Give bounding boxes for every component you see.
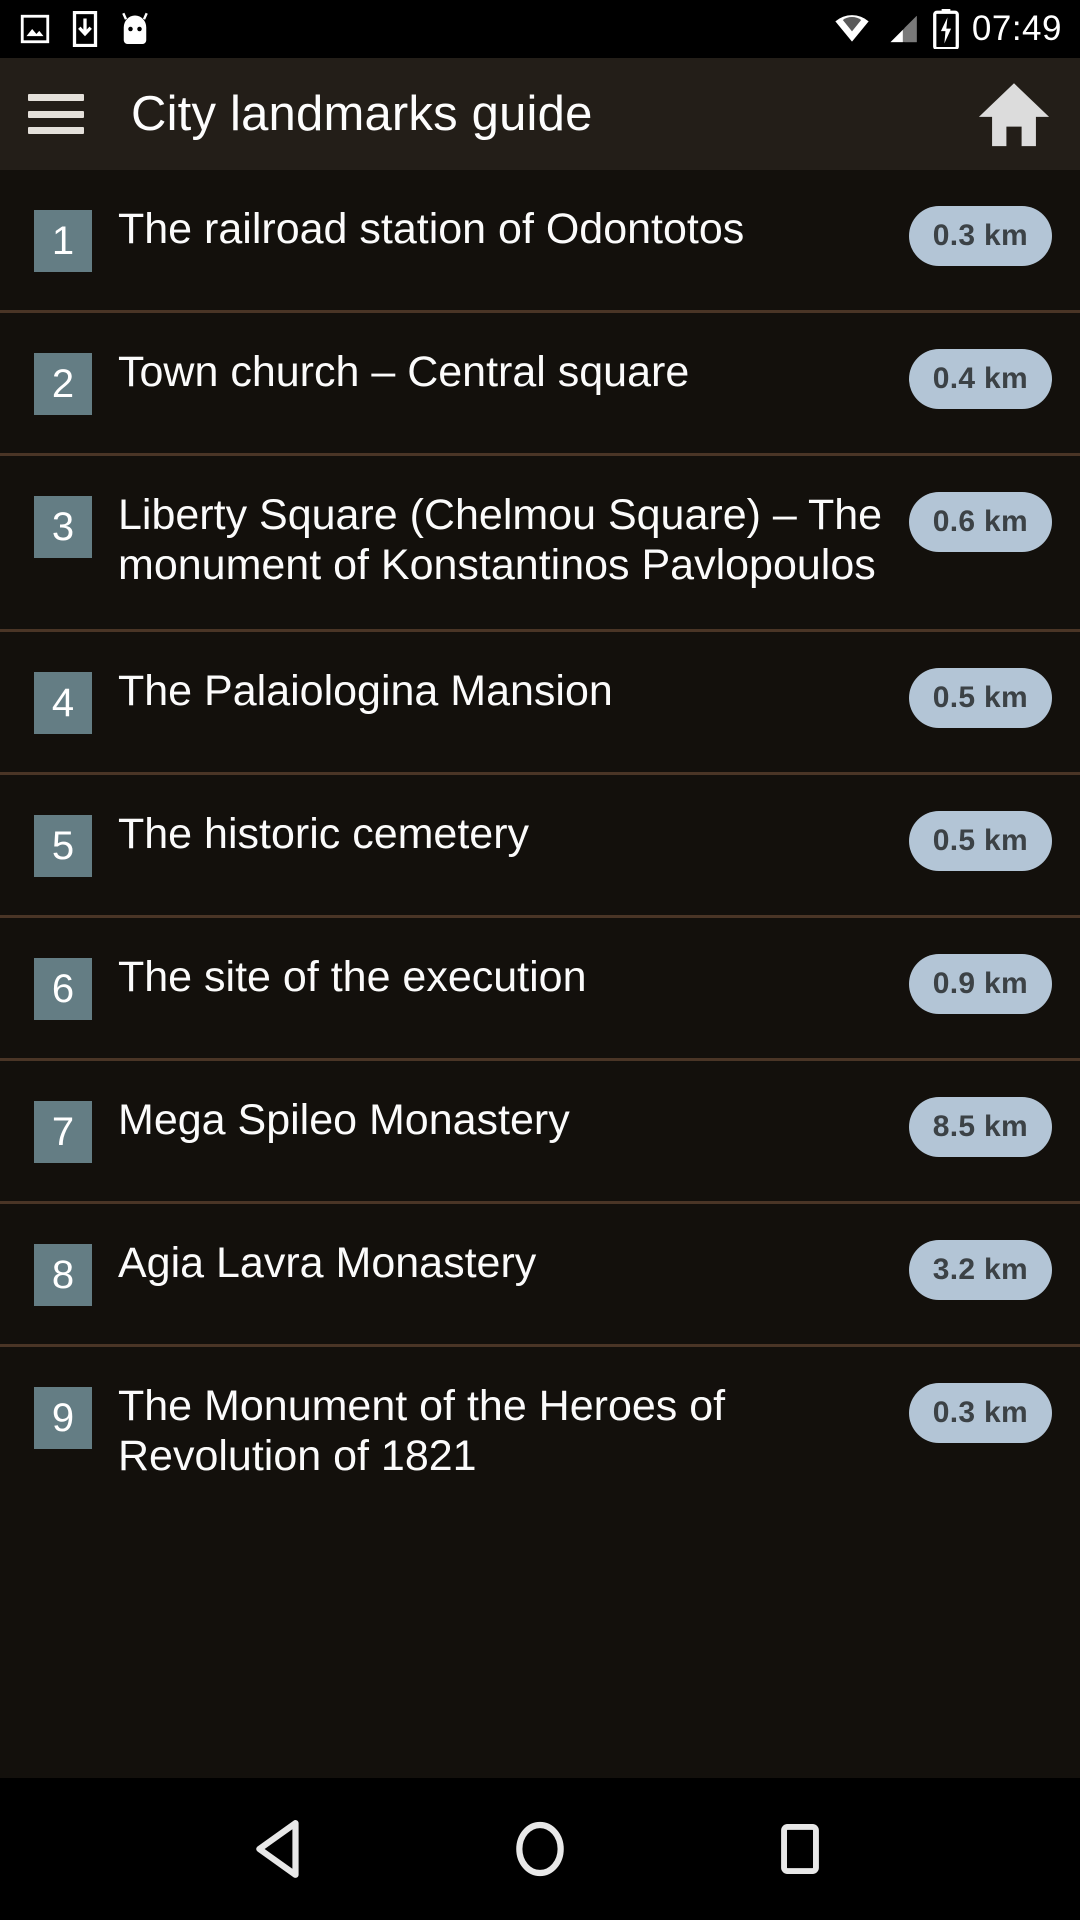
distance-badge: 0.9 km: [908, 953, 1052, 1014]
item-number-badge: 4: [34, 671, 92, 734]
distance-badge: 3.2 km: [908, 1239, 1052, 1300]
distance-badge: 0.4 km: [908, 349, 1052, 409]
table-row[interactable]: 5 The historic cemetery 0.5 km: [0, 774, 1080, 918]
item-number-badge: 6: [34, 957, 92, 1020]
battery-charging-icon: [932, 9, 959, 49]
item-number-badge: 3: [34, 496, 92, 558]
hamburger-bar: [28, 127, 84, 134]
table-row[interactable]: 3 Liberty Square (Chelmou Square) – The …: [0, 456, 1080, 632]
hamburger-bar: [28, 94, 84, 101]
item-title: The historic cemetery: [118, 809, 530, 858]
home-icon: [978, 83, 1050, 147]
android-navigation-bar: [0, 1778, 1080, 1920]
item-number-badge: 2: [34, 353, 92, 415]
nav-home-button[interactable]: [492, 1801, 588, 1897]
back-triangle-icon: [256, 1820, 299, 1878]
item-number-badge: 8: [34, 1243, 92, 1306]
page-title: City landmarks guide: [131, 87, 593, 141]
status-bar-left-icons: [18, 11, 152, 47]
home-button[interactable]: [976, 76, 1052, 152]
hamburger-bar: [28, 110, 84, 118]
distance-badge: 0.3 km: [908, 1382, 1052, 1443]
android-icon: [122, 12, 148, 44]
app-bar: City landmarks guide: [0, 58, 1080, 170]
table-row[interactable]: 8 Agia Lavra Monastery 3.2 km: [0, 1203, 1080, 1347]
table-row[interactable]: 6 The site of the execution 0.9 km: [0, 917, 1080, 1061]
item-title: Town church – Central square: [118, 348, 690, 396]
nav-back-button[interactable]: [232, 1801, 328, 1897]
item-number-badge: 5: [34, 814, 92, 877]
table-row[interactable]: 2 Town church – Central square 0.4 km: [0, 313, 1080, 456]
signal-icon: [890, 15, 917, 43]
item-title: Liberty Square (Chelmou Square) – The mo…: [118, 491, 883, 590]
distance-badge: 8.5 km: [908, 1096, 1052, 1157]
phone-screen: 07:49 City landmarks guide 1 The railroa…: [0, 0, 1080, 1920]
item-title: The railroad station of Odontotos: [118, 205, 745, 253]
distance-badge: 0.6 km: [908, 492, 1052, 552]
table-row[interactable]: 7 Mega Spileo Monastery 8.5 km: [0, 1060, 1080, 1204]
table-row[interactable]: 9 The Monument of the Heroes of Revoluti…: [0, 1346, 1080, 1520]
download-icon: [72, 11, 98, 47]
landmarks-list: 1 The railroad station of Odontotos 0.3 …: [0, 170, 1080, 1778]
item-title: The Palaiologina Mansion: [118, 666, 613, 715]
nav-recents-button[interactable]: [752, 1801, 848, 1897]
status-bar-right-icons: 07:49: [833, 9, 1062, 49]
distance-badge: 0.5 km: [908, 667, 1052, 728]
item-title: The Monument of the Heroes of Revolution…: [118, 1381, 726, 1480]
recents-square-icon: [781, 1823, 819, 1875]
table-row[interactable]: 4 The Palaiologina Mansion 0.5 km: [0, 631, 1080, 775]
distance-badge: 0.5 km: [908, 810, 1052, 871]
item-title: Mega Spileo Monastery: [118, 1095, 570, 1144]
item-number-badge: 1: [34, 210, 92, 272]
image-icon: [20, 14, 50, 44]
status-bar-clock: 07:49: [971, 9, 1062, 48]
item-title: The site of the execution: [118, 952, 587, 1001]
item-title: Agia Lavra Monastery: [118, 1238, 537, 1287]
table-row[interactable]: 1 The railroad station of Odontotos 0.3 …: [0, 170, 1080, 313]
home-circle-icon: [516, 1821, 564, 1877]
hamburger-menu-icon[interactable]: [28, 94, 84, 134]
distance-badge: 0.3 km: [908, 206, 1052, 266]
item-number-badge: 9: [34, 1386, 92, 1449]
item-number-badge: 7: [34, 1100, 92, 1163]
status-bar: 07:49: [0, 0, 1080, 58]
wifi-icon: [835, 15, 869, 42]
